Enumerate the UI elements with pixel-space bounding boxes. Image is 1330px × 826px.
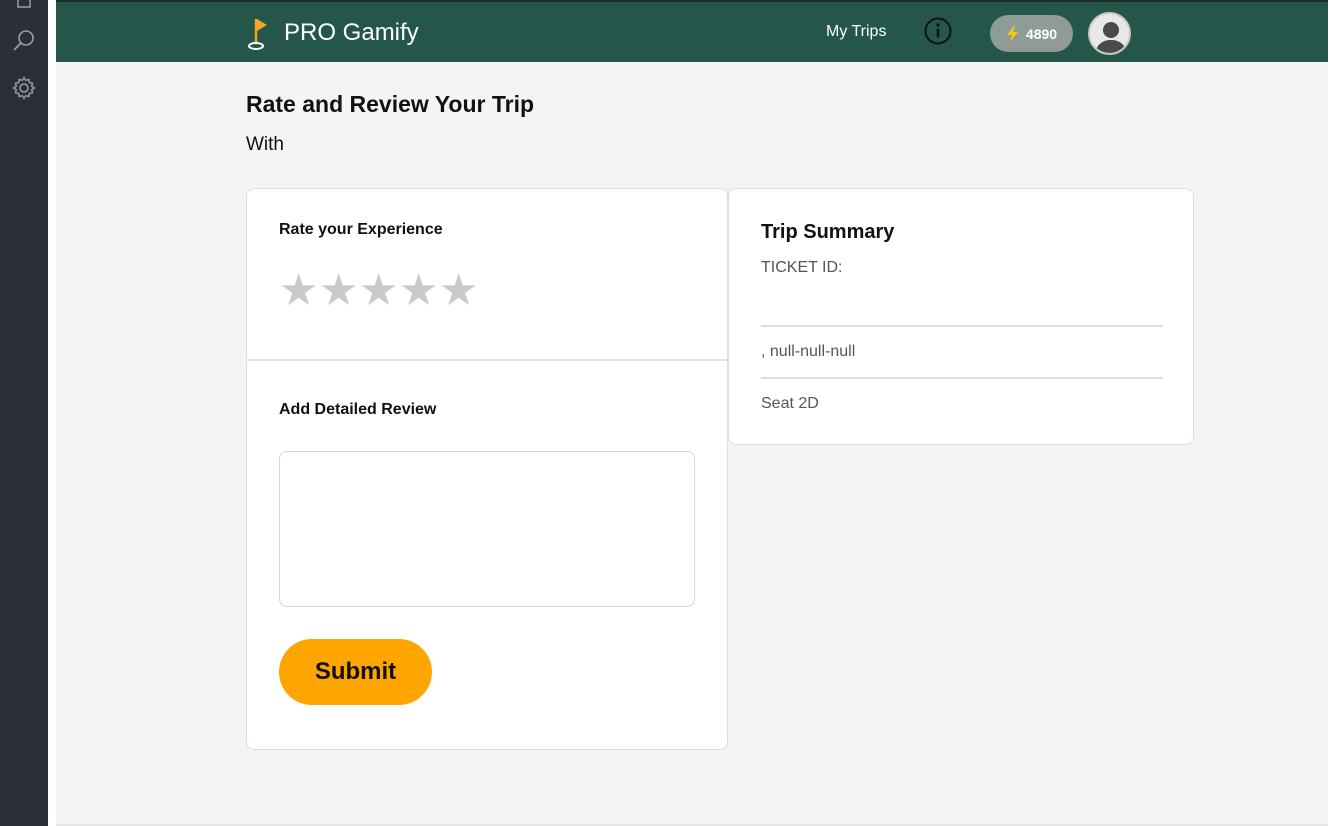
lightning-icon: [1006, 25, 1018, 42]
seat-text: Seat 2D: [761, 395, 819, 412]
section-divider: [247, 359, 727, 361]
page-subtitle: With: [246, 134, 284, 155]
star-icon[interactable]: ★: [319, 269, 358, 313]
brand-name: PRO Gamify: [284, 19, 419, 46]
star-icon[interactable]: ★: [279, 269, 318, 313]
star-rating: ★ ★ ★ ★ ★: [279, 269, 478, 313]
ticket-id-label: TICKET ID:: [761, 259, 843, 276]
info-icon[interactable]: [923, 16, 953, 46]
top-navbar: PRO Gamify My Trips 4890: [56, 0, 1328, 62]
star-icon[interactable]: ★: [439, 269, 478, 313]
points-count: 4890: [1025, 25, 1058, 42]
gutter: [48, 0, 56, 826]
detailed-review-label: Add Detailed Review: [279, 401, 437, 418]
star-icon[interactable]: ★: [399, 269, 438, 313]
explorer-icon[interactable]: [12, 0, 36, 14]
submit-button[interactable]: Submit: [279, 639, 432, 705]
points-badge[interactable]: 4890: [990, 15, 1073, 52]
activity-bar: [0, 0, 48, 826]
gear-icon[interactable]: [12, 76, 36, 100]
rate-experience-label: Rate your Experience: [279, 221, 443, 238]
app-root: PRO Gamify My Trips 4890 Rate and Review…: [56, 0, 1328, 826]
rate-review-card: Rate your Experience ★ ★ ★ ★ ★ Add Detai…: [246, 188, 728, 750]
summary-divider: [761, 377, 1163, 379]
trip-summary-title: Trip Summary: [761, 221, 895, 243]
trip-summary-card: Trip Summary TICKET ID: , null-null-null…: [728, 188, 1194, 445]
summary-divider: [761, 325, 1163, 327]
star-icon[interactable]: ★: [359, 269, 398, 313]
my-trips-link[interactable]: My Trips: [826, 23, 886, 41]
flag-logo-icon: [248, 19, 267, 50]
user-avatar-icon[interactable]: [1088, 12, 1131, 55]
brand[interactable]: PRO Gamify: [246, 16, 419, 50]
route-text: , null-null-null: [761, 343, 856, 360]
page-title: Rate and Review Your Trip: [246, 91, 535, 117]
search-icon[interactable]: [12, 28, 36, 52]
review-textarea[interactable]: [279, 451, 695, 607]
